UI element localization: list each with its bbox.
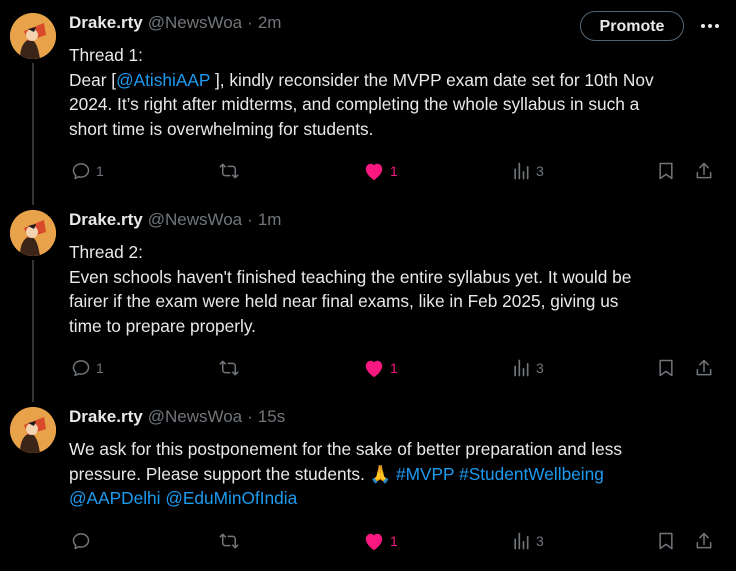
tweet-text-line: Even schools haven't finished teaching t… [69, 266, 632, 287]
avatar[interactable] [10, 210, 56, 256]
more-icon [701, 24, 719, 28]
avatar-illustration [10, 13, 56, 59]
more-options-button[interactable] [695, 13, 725, 39]
like-button[interactable]: 1 [363, 355, 398, 381]
author-handle[interactable]: @NewsWoa [148, 406, 242, 428]
tweet-text: Thread 1: Dear [@AtishiAAP ], kindly rec… [69, 43, 719, 141]
bookmark-button[interactable] [656, 158, 676, 184]
like-count: 1 [390, 163, 398, 179]
reply-count: 1 [96, 360, 104, 376]
bookmark-icon [659, 162, 673, 180]
like-count: 1 [390, 360, 398, 376]
tweet-text: We ask for this postponement for the sak… [69, 437, 719, 511]
tweet-text-line: Thread 1: [69, 45, 143, 65]
share-icon [696, 532, 712, 549]
bookmark-icon [659, 359, 673, 377]
author-handle[interactable]: @NewsWoa [148, 12, 242, 34]
text-segment: pressure. Please support the students. 🙏 [69, 463, 396, 484]
like-icon [365, 163, 383, 181]
tweet-1[interactable]: Drake.rty @NewsWoa · 2m Promote Thread 1… [0, 0, 736, 197]
reply-icon [72, 360, 90, 377]
action-bar: 1 1 3 [0, 355, 736, 381]
tweet-timestamp[interactable]: 15s [258, 406, 285, 428]
tweet-feed: Drake.rty @NewsWoa · 2m Promote Thread 1… [0, 0, 736, 571]
thread-connector-line [32, 394, 34, 402]
tweet-text-line: @AAPDelhi @EduMinOfIndia [69, 486, 719, 511]
tweet-header: Drake.rty @NewsWoa · 15s [69, 406, 285, 428]
author-handle[interactable]: @NewsWoa [148, 209, 242, 231]
reply-count: 1 [96, 163, 104, 179]
author-name[interactable]: Drake.rty [69, 406, 143, 428]
share-button[interactable] [694, 528, 714, 554]
tweet-timestamp[interactable]: 1m [258, 209, 282, 231]
share-button[interactable] [694, 158, 714, 184]
views-icon [514, 532, 529, 550]
like-count: 1 [390, 533, 398, 549]
mention-link[interactable]: @AtishiAAP [116, 70, 210, 90]
views-button[interactable]: 3 [511, 528, 544, 554]
like-icon [365, 360, 383, 378]
bookmark-button[interactable] [656, 528, 676, 554]
repost-button[interactable] [218, 158, 240, 184]
share-icon [696, 162, 712, 179]
tweet-header: Drake.rty @NewsWoa · 1m [69, 209, 281, 231]
avatar[interactable] [10, 407, 56, 453]
avatar-illustration [10, 407, 56, 453]
tweet-text-line: pressure. Please support the students. 🙏… [69, 462, 719, 487]
action-bar: 1 1 3 [0, 158, 736, 184]
repost-icon [219, 360, 239, 376]
promote-button[interactable]: Promote [580, 11, 684, 41]
tweet-text: Thread 2: Even schools haven't finished … [69, 240, 719, 338]
text-segment: ], kindly reconsider the MVPP exam date … [210, 69, 654, 90]
tweet-text-line: short time is overwhelming for students. [69, 118, 374, 139]
tweet-text-line: fairer if the exam were held near final … [69, 291, 619, 311]
separator-dot: · [247, 13, 253, 32]
bookmark-icon [659, 532, 673, 550]
hashtag-link[interactable]: #StudentWellbeing [459, 464, 604, 484]
tweet-2[interactable]: Drake.rty @NewsWoa · 1m Thread 2: Even s… [0, 197, 736, 394]
tweet-header: Drake.rty @NewsWoa · 2m [69, 12, 281, 34]
share-button[interactable] [694, 355, 714, 381]
reply-button[interactable]: 1 [71, 158, 104, 184]
hashtag-link[interactable]: #MVPP [396, 464, 454, 484]
tweet-3[interactable]: Drake.rty @NewsWoa · 15s We ask for this… [0, 394, 736, 571]
tweet-text-line: time to prepare properly. [69, 315, 256, 336]
like-button[interactable]: 1 [363, 158, 398, 184]
repost-icon [219, 163, 239, 179]
tweet-timestamp[interactable]: 2m [258, 12, 282, 34]
views-count: 3 [536, 533, 544, 549]
like-button[interactable]: 1 [363, 528, 398, 554]
repost-button[interactable] [218, 355, 240, 381]
tweet-text-line: Thread 2: [69, 242, 143, 262]
reply-icon [72, 533, 90, 550]
views-button[interactable]: 3 [511, 355, 544, 381]
bookmark-button[interactable] [656, 355, 676, 381]
text-segment: Dear [ [69, 69, 117, 90]
tweet-text-line: We ask for this postponement for the sak… [69, 439, 622, 459]
views-icon [514, 162, 529, 180]
author-name[interactable]: Drake.rty [69, 12, 143, 34]
reply-button[interactable]: 1 [71, 355, 104, 381]
views-icon [514, 359, 529, 377]
separator-dot: · [247, 407, 253, 426]
separator-dot: · [247, 210, 253, 229]
views-button[interactable]: 3 [511, 158, 544, 184]
mention-link[interactable]: @EduMinOfIndia [165, 488, 297, 508]
like-icon [365, 533, 383, 551]
thread-connector-line [32, 197, 34, 205]
share-icon [696, 359, 712, 376]
reply-button[interactable] [71, 528, 96, 554]
author-name[interactable]: Drake.rty [69, 209, 143, 231]
reply-icon [72, 163, 90, 180]
tweet-text-line: 2024. It’s right after midterms, and com… [69, 94, 640, 114]
avatar-illustration [10, 210, 56, 256]
tweet-text-line: Dear [@AtishiAAP ], kindly reconsider th… [69, 68, 719, 93]
views-count: 3 [536, 360, 544, 376]
repost-icon [219, 533, 239, 549]
mention-link[interactable]: @AAPDelhi [69, 488, 161, 508]
views-count: 3 [536, 163, 544, 179]
action-bar: 1 3 [0, 528, 736, 554]
repost-button[interactable] [218, 528, 240, 554]
avatar[interactable] [10, 13, 56, 59]
